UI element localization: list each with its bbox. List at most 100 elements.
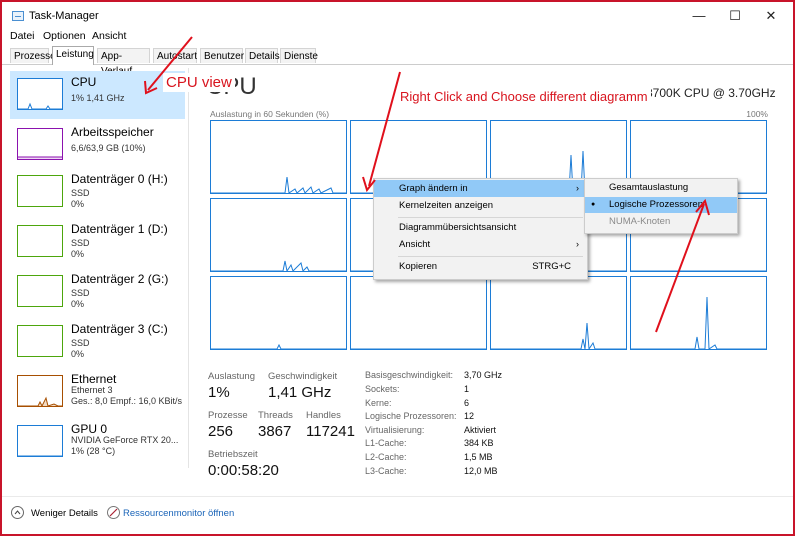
disk-thumbnail-graph <box>17 275 63 307</box>
sidebar-item-usage: 0% <box>71 199 85 209</box>
sidebar-item-label: Datenträger 3 (C:) <box>71 322 168 336</box>
threads-label: Threads <box>258 410 293 421</box>
menu-item-kopieren[interactable]: Kopieren STRG+C <box>374 258 587 275</box>
submenu-item-logische-prozessoren[interactable]: ● Logische Prozessoren <box>585 197 737 213</box>
menu-item-label: Kernelzeiten anzeigen <box>399 200 494 211</box>
minimize-icon[interactable]: — <box>681 2 717 30</box>
cpu-utilization-line <box>211 260 346 271</box>
sidebar-item-disk-3[interactable]: Datenträger 3 (C:) SSD 0% <box>10 318 185 366</box>
sidebar-item-detail: SSD <box>71 338 90 348</box>
sidebar-item-detail: SSD <box>71 238 90 248</box>
tab-benutzer[interactable]: Benutzer <box>200 48 244 63</box>
sidebar-item-detail: NVIDIA GeForce RTX 20... <box>71 435 179 445</box>
sidebar-item-disk-0[interactable]: Datenträger 0 (H:) SSD 0% <box>10 168 185 216</box>
tab-autostart[interactable]: Autostart <box>153 48 197 63</box>
resource-monitor-link[interactable]: Ressourcenmonitor öffnen <box>123 508 234 519</box>
spec-key: Virtualisierung: <box>365 425 425 435</box>
logical-processor-graph[interactable] <box>630 276 767 350</box>
disk-thumbnail-graph <box>17 325 63 357</box>
chevron-up-icon[interactable] <box>11 506 24 519</box>
menu-separator <box>398 256 583 257</box>
menu-ansicht[interactable]: Ansicht <box>92 30 126 42</box>
spec-value: 6 <box>464 398 470 408</box>
menu-item-label: Gesamtauslastung <box>609 182 689 193</box>
spec-value: 12 <box>464 411 475 421</box>
tab-leistung[interactable]: Leistung <box>52 46 94 65</box>
menu-item-diagrammuebersicht[interactable]: Diagrammübersichtsansicht <box>374 219 587 236</box>
sidebar-item-label: Ethernet <box>71 372 117 386</box>
spec-key: Basisgeschwindigkeit: <box>365 370 454 380</box>
fewer-details-link[interactable]: Weniger Details <box>31 508 98 519</box>
annotation-right-click: Right Click and Choose different diagram… <box>397 88 651 105</box>
betriebszeit-value: 0:00:58:20 <box>208 462 279 479</box>
disk-thumbnail-graph <box>17 225 63 257</box>
sidebar-item-arbeitsspeicher[interactable]: Arbeitsspeicher 6,6/63,9 GB (10%) <box>10 121 185 169</box>
title-bar: Task-Manager — ☐ ✕ <box>2 2 793 30</box>
menu-item-ansicht[interactable]: Ansicht › <box>374 236 587 253</box>
prozesse-label: Prozesse <box>208 410 248 421</box>
menu-item-label: Diagrammübersichtsansicht <box>399 222 517 233</box>
menu-item-label: Ansicht <box>399 239 431 250</box>
menu-separator <box>398 217 583 218</box>
menu-optionen[interactable]: Optionen <box>43 30 86 42</box>
annotation-cpu-view: CPU view <box>163 73 235 92</box>
bottom-bar: Weniger Details Ressourcenmonitor öffnen <box>2 496 793 529</box>
menu-bar: Datei Optionen Ansicht <box>2 30 793 45</box>
sidebar-item-usage: 0% <box>71 249 85 259</box>
performance-sidebar: CPU 1% 1,41 GHz Arbeitsspeicher 6,6/63,9… <box>10 68 189 468</box>
cpu-utilization-line <box>491 322 626 349</box>
betriebszeit-label: Betriebszeit <box>208 449 258 460</box>
geschwindigkeit-value: 1,41 GHz <box>268 384 332 401</box>
logical-processor-graph[interactable] <box>210 198 347 272</box>
sidebar-item-cpu[interactable]: CPU 1% 1,41 GHz <box>10 71 185 119</box>
tab-prozesse[interactable]: Prozesse <box>10 48 56 63</box>
cpu-model-name: 8700K CPU @ 3.70GHz <box>646 86 776 100</box>
menu-datei[interactable]: Datei <box>10 30 35 42</box>
sidebar-item-ethernet[interactable]: Ethernet Ethernet 3 Ges.: 8,0 Empf.: 16,… <box>10 368 185 416</box>
menu-item-label: Logische Prozessoren <box>609 199 703 210</box>
sidebar-item-gpu-0[interactable]: GPU 0 NVIDIA GeForce RTX 20... 1% (28 °C… <box>10 418 185 466</box>
sidebar-item-label: Arbeitsspeicher <box>71 125 154 139</box>
sidebar-item-label: Datenträger 0 (H:) <box>71 172 168 186</box>
handles-value: 117241 <box>306 423 355 440</box>
spec-value: 1 <box>464 384 470 394</box>
sidebar-item-throughput: Ges.: 8,0 Empf.: 16,0 KBit/s <box>71 396 183 406</box>
menu-item-kernelzeiten[interactable]: Kernelzeiten anzeigen <box>374 197 587 214</box>
sidebar-item-usage: 0% <box>71 349 85 359</box>
logical-processor-graph[interactable] <box>210 276 347 350</box>
sidebar-item-label: CPU <box>71 75 97 89</box>
disk-thumbnail-graph <box>17 175 63 207</box>
logical-processor-graph[interactable] <box>350 276 487 350</box>
graph-caption: Auslastung in 60 Sekunden (%) <box>210 109 330 119</box>
geschwindigkeit-label: Geschwindigkeit <box>268 371 338 382</box>
sidebar-item-usage: 1% (28 °C) <box>71 446 116 456</box>
tab-bar: Prozesse Leistung App-Verlauf Autostart … <box>2 46 793 77</box>
maximize-icon[interactable]: ☐ <box>717 2 753 30</box>
submenu-item-gesamtauslastung[interactable]: Gesamtauslastung <box>585 180 737 196</box>
graph-max-label: 100% <box>746 109 768 119</box>
tab-details[interactable]: Details <box>245 48 280 63</box>
auslastung-label: Auslastung <box>208 371 256 382</box>
logical-processor-graph[interactable] <box>210 120 347 194</box>
task-manager-app-icon <box>12 11 24 21</box>
menu-item-label: NUMA-Knoten <box>609 216 671 227</box>
sidebar-item-disk-2[interactable]: Datenträger 2 (G:) SSD 0% <box>10 268 185 316</box>
cpu-utilization-line <box>211 343 346 349</box>
sidebar-item-detail: SSD <box>71 288 90 298</box>
tab-app-verlauf[interactable]: App-Verlauf <box>97 48 150 77</box>
spec-value: Aktiviert <box>464 425 497 435</box>
sidebar-item-disk-1[interactable]: Datenträger 1 (D:) SSD 0% <box>10 218 185 266</box>
spec-key: L1-Cache: <box>365 438 407 448</box>
sidebar-item-label: Datenträger 1 (D:) <box>71 222 168 236</box>
tab-dienste[interactable]: Dienste <box>280 48 318 63</box>
sidebar-item-detail: SSD <box>71 188 90 198</box>
graph-type-submenu: Gesamtauslastung ● Logische Prozessoren … <box>584 178 738 234</box>
logical-processor-graph[interactable] <box>490 276 627 350</box>
spec-value: 1,5 MB <box>464 452 493 462</box>
sidebar-item-label: Datenträger 2 (G:) <box>71 272 169 286</box>
resource-monitor-icon[interactable] <box>107 506 120 519</box>
close-icon[interactable]: ✕ <box>753 2 789 30</box>
spec-value: 384 KB <box>464 438 494 448</box>
radio-selected-icon: ● <box>591 201 596 208</box>
menu-item-graph-aendern[interactable]: Graph ändern in › <box>374 180 587 197</box>
